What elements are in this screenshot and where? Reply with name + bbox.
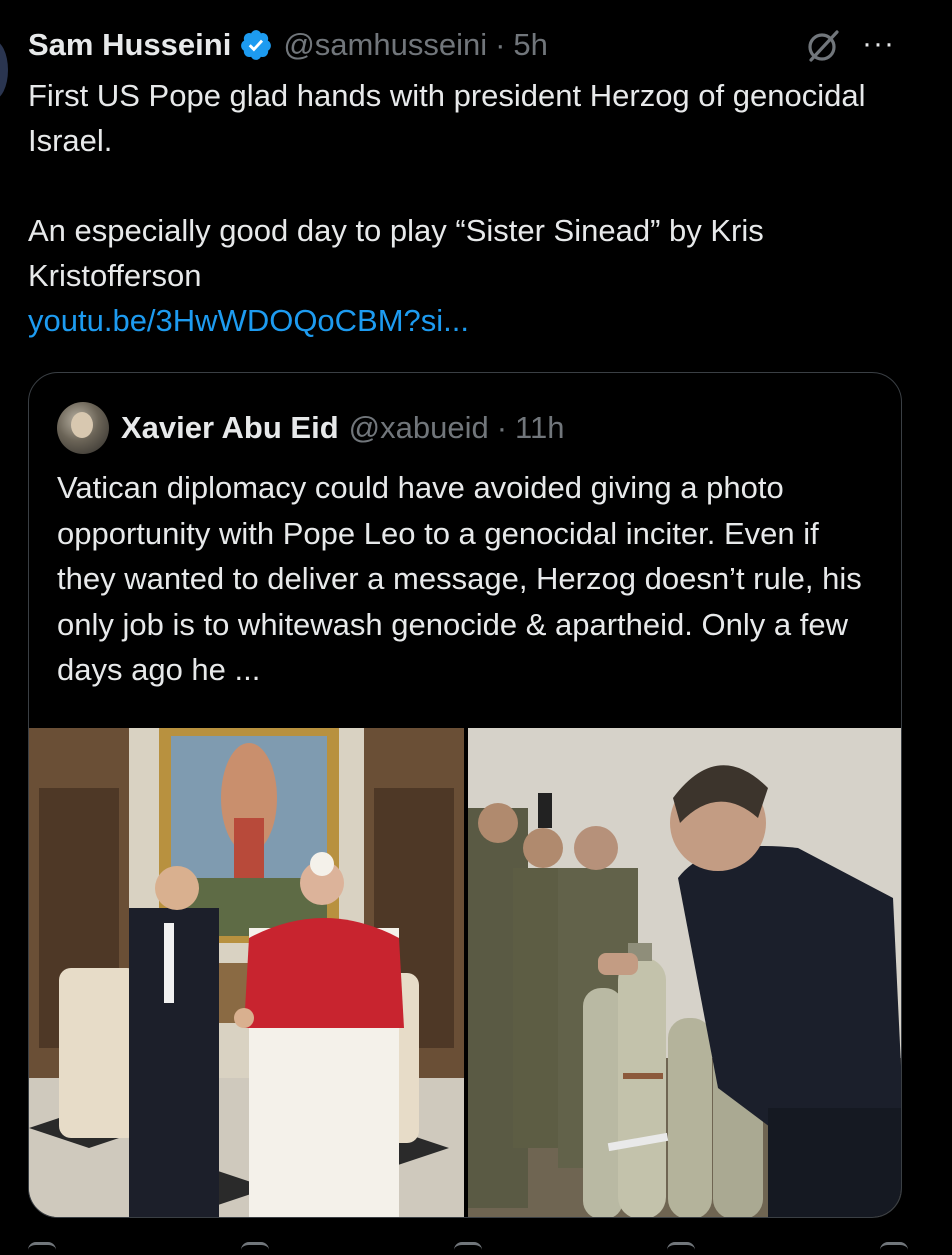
photo-grid [29, 728, 901, 1217]
photo-herzog-signing-shell[interactable] [468, 728, 901, 1217]
grok-icon[interactable] [803, 26, 843, 66]
author-handle[interactable]: @samhusseini [283, 24, 487, 66]
quoted-tweet[interactable]: Xavier Abu Eid @xabueid · 11h Vatican di… [28, 372, 902, 1218]
views-icon[interactable] [667, 1242, 695, 1255]
separator-dot: · [495, 27, 506, 62]
tweet-text: First US Pope glad hands with president … [28, 73, 908, 343]
tweet-actions [28, 1242, 908, 1255]
quoted-author-handle[interactable]: @xabueid [349, 401, 489, 455]
tweet-text-line-1: First US Pope glad hands with president … [28, 78, 866, 158]
quoted-tweet-header: Xavier Abu Eid @xabueid · 11h [57, 401, 564, 455]
retweet-icon[interactable] [241, 1242, 269, 1255]
tweet-text-line-2: An especially good day to play “Sister S… [28, 213, 764, 293]
author-name[interactable]: Sam Husseini [28, 24, 231, 66]
youtube-link[interactable]: youtu.be/3HwWDOQoCBM?si... [28, 303, 469, 338]
author-avatar[interactable] [0, 40, 8, 100]
photo-vatican-handshake[interactable] [29, 728, 464, 1217]
bookmark-icon[interactable] [880, 1242, 908, 1255]
tweet[interactable]: Sam Husseini @samhusseini · 5h ··· First… [0, 0, 952, 1255]
more-options-icon[interactable]: ··· [862, 29, 902, 62]
quoted-author-name[interactable]: Xavier Abu Eid [121, 401, 339, 455]
quoted-timestamp[interactable]: 11h [515, 401, 564, 455]
tweet-header: Sam Husseini @samhusseini · 5h [28, 24, 548, 66]
quoted-author-avatar[interactable] [57, 402, 109, 454]
verified-badge-icon [241, 30, 272, 60]
reply-icon[interactable] [28, 1242, 56, 1255]
timestamp[interactable]: 5h [513, 24, 547, 66]
separator-dot: · [496, 410, 508, 445]
like-icon[interactable] [454, 1242, 482, 1255]
quoted-tweet-text: Vatican diplomacy could have avoided giv… [57, 470, 862, 687]
